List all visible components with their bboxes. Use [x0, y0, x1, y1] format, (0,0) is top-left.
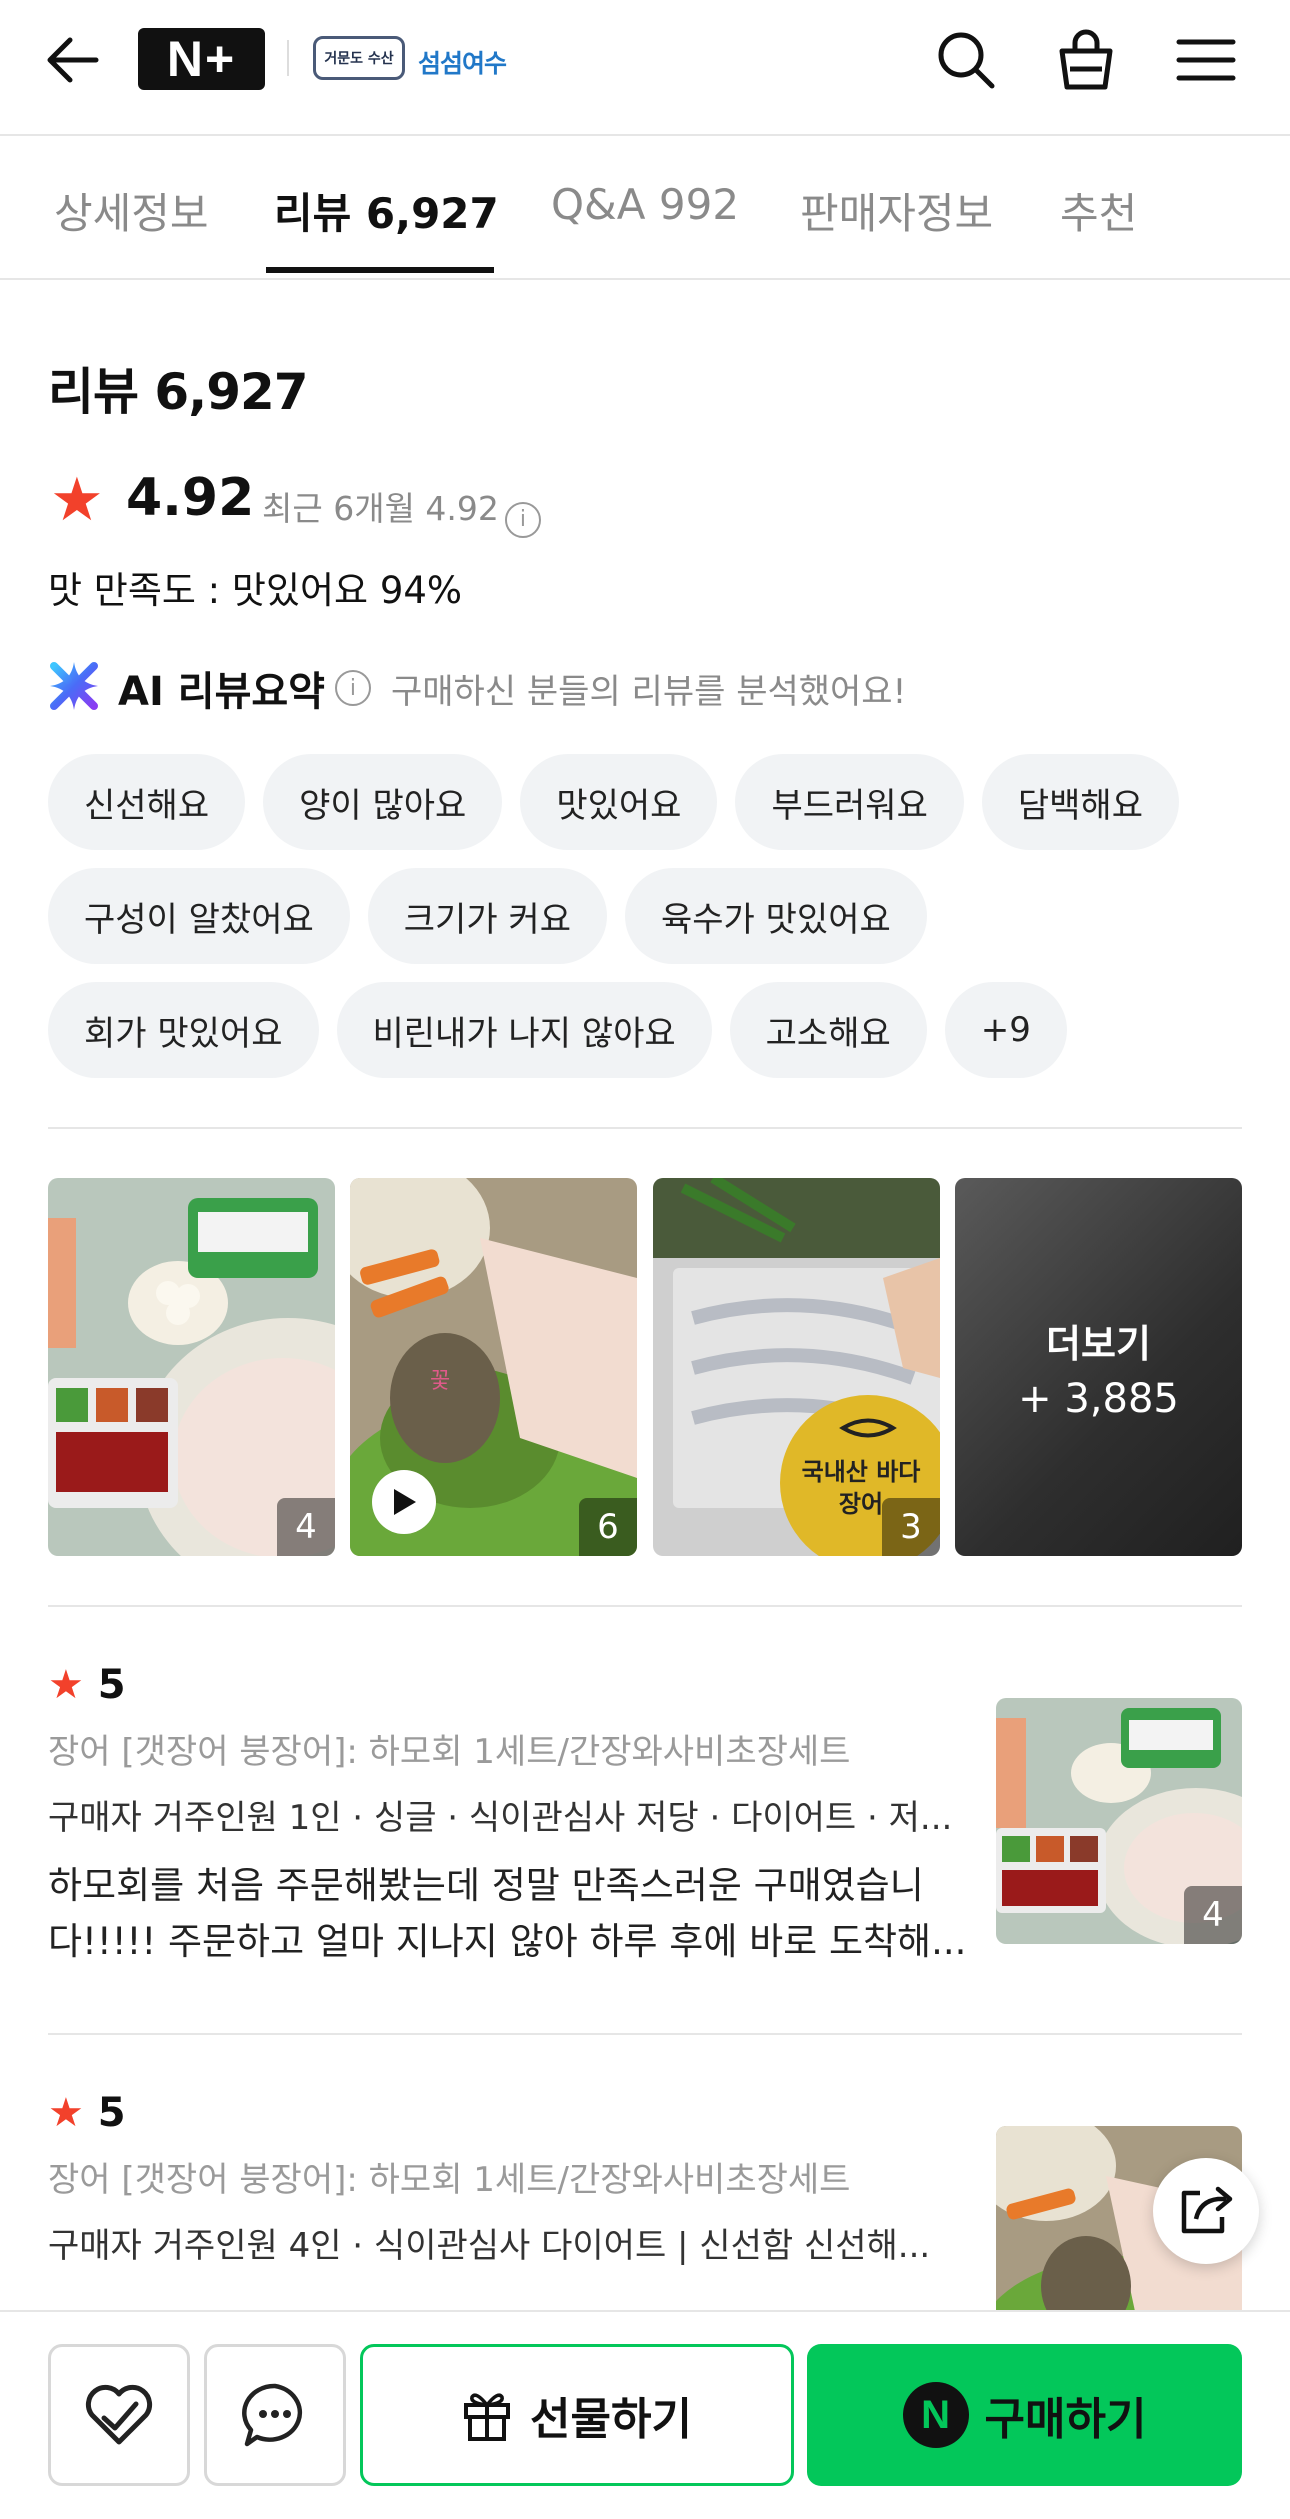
keyword-chip[interactable]: 육수가 맛있어요 [625, 868, 927, 964]
star-icon: ★ [48, 1662, 84, 1708]
share-icon [1181, 2186, 1233, 2234]
recent-rating-text: 최근 6개월 4.92 [262, 489, 499, 528]
more-keywords-chip[interactable]: +9 [944, 982, 1067, 1078]
share-button[interactable] [1153, 2158, 1259, 2264]
naver-plus-logo[interactable]: N+ [138, 28, 265, 90]
play-video-icon[interactable] [372, 1470, 436, 1534]
photo-count-badge: 4 [1184, 1886, 1242, 1944]
keyword-chip[interactable]: 양이 많아요 [263, 754, 503, 850]
tab-review[interactable]: 리뷰 6,927 [274, 180, 499, 241]
more-photos-tile[interactable]: 더보기 + 3,885 [955, 1178, 1242, 1556]
info-icon[interactable]: i [334, 670, 371, 706]
review-score-value: 5 [97, 2090, 126, 2136]
review-photo[interactable]: 국내산 바다장어 3 [653, 1178, 940, 1556]
keyword-chip[interactable]: 비린내가 나지 않아요 [336, 982, 712, 1078]
menu-icon[interactable] [1172, 26, 1240, 94]
tab-qna[interactable]: Q&A 992 [551, 180, 739, 229]
back-arrow-icon[interactable] [38, 26, 106, 94]
bottom-action-bar: 선물하기 N 구매하기 [0, 2310, 1290, 2519]
review-score-value: 5 [97, 1662, 126, 1708]
review-buyer-meta: 구매자 거주인원 1인 · 싱글 · 식이관심사 저당 · 다이어트 · 저..… [48, 1798, 953, 1838]
shopping-bag-icon[interactable] [1052, 26, 1120, 94]
talk-button[interactable] [204, 2344, 346, 2486]
keyword-chip[interactable]: 회가 맛있어요 [48, 982, 319, 1078]
more-photos-count: + 3,885 [1018, 1375, 1179, 1422]
buy-button[interactable]: N 구매하기 [807, 2344, 1242, 2486]
recent-rating: 최근 6개월 4.92 i [262, 482, 541, 538]
wishlist-button[interactable] [48, 2344, 190, 2486]
review-score: ★ 5 [48, 2090, 126, 2136]
keyword-chip[interactable]: 고소해요 [729, 982, 927, 1078]
more-photos-label: 더보기 [1046, 1321, 1151, 1366]
naver-pay-icon: N [902, 2382, 969, 2448]
gift-icon [464, 2393, 511, 2441]
search-icon[interactable] [932, 26, 1000, 94]
photo-count-badge: 4 [277, 1498, 335, 1556]
keyword-chip[interactable]: 부드러워요 [735, 754, 964, 850]
store-brand-logo[interactable]: 섬섬여수 [418, 44, 507, 80]
product-tabs: 상세정보 리뷰 6,927 Q&A 992 판매자정보 추천 [0, 136, 1290, 280]
review-item[interactable]: ★ 5 장어 [갯장어 붕장어]: 하모회 1세트/간장와사비초장세트 구매자 … [48, 2090, 1242, 2310]
review-thumbnail[interactable]: 4 [996, 1698, 1242, 1944]
keyword-chip[interactable]: 크기가 커요 [367, 868, 607, 964]
average-rating: 4.92 [126, 468, 255, 528]
info-icon[interactable]: i [504, 501, 541, 538]
buy-button-label: 구매하기 [984, 2394, 1147, 2445]
tab-detail[interactable]: 상세정보 [54, 180, 209, 241]
review-item[interactable]: ★ 5 장어 [갯장어 붕장어]: 하모회 1세트/간장와사비초장세트 구매자 … [48, 1662, 1242, 1982]
keyword-chip[interactable]: 담백해요 [981, 754, 1179, 850]
ai-review-summary-desc: 구매하신 분들의 리뷰를 분석했어요! [390, 671, 907, 712]
review-option: 장어 [갯장어 붕장어]: 하모회 1세트/간장와사비초장세트 [48, 1732, 851, 1772]
star-icon: ★ [48, 2090, 84, 2136]
review-score: ★ 5 [48, 1662, 126, 1708]
star-icon: ★ [50, 465, 104, 535]
ai-review-summary-title: AI 리뷰요약 [118, 669, 325, 715]
taste-satisfaction: 맛 만족도 : 맛있어요 94% [48, 569, 463, 612]
review-section-title: 리뷰 6,927 [48, 363, 309, 421]
gift-button-label: 선물하기 [530, 2394, 692, 2445]
chat-bubble-icon [242, 2383, 303, 2447]
top-header: N+ 거문도 수산 섬섬여수 [0, 0, 1290, 136]
ai-sparkle-icon [48, 660, 100, 716]
photo-count-badge: 6 [579, 1498, 637, 1556]
section-divider [48, 1127, 1242, 1129]
review-body: 하모회를 처음 주문해봤는데 정말 만족스러운 구매였습니다!!!!! 주문하고… [48, 1864, 967, 1963]
tab-seller-info[interactable]: 판매자정보 [800, 180, 993, 241]
section-divider [48, 1605, 1242, 1607]
photo-count-badge: 3 [882, 1498, 940, 1556]
keyword-chip[interactable]: 맛있어요 [520, 754, 718, 850]
review-buyer-meta: 구매자 거주인원 4인 · 식이관심사 다이어트 | 신선함 신선해... [48, 2226, 931, 2266]
logo-divider [287, 40, 289, 76]
gift-button[interactable]: 선물하기 [360, 2344, 794, 2486]
review-photo[interactable]: 4 [48, 1178, 335, 1556]
ai-review-summary-header: AI 리뷰요약 i 구매하신 분들의 리뷰를 분석했어요! [48, 660, 906, 716]
tab-recommend[interactable]: 추천 [1060, 180, 1137, 241]
review-keyword-chips: 신선해요 양이 많아요 맛있어요 부드러워요 담백해요 구성이 알찼어요 크기가… [48, 754, 1248, 1096]
keyword-chip[interactable]: 신선해요 [48, 754, 246, 850]
review-option: 장어 [갯장어 붕장어]: 하모회 1세트/간장와사비초장세트 [48, 2160, 851, 2200]
active-tab-indicator [266, 267, 494, 273]
keyword-chip[interactable]: 구성이 알찼어요 [48, 868, 350, 964]
review-photo[interactable]: 꽃 6 [350, 1178, 637, 1556]
svg-text:꽃: 꽃 [430, 1369, 450, 1394]
heart-check-icon [85, 2384, 153, 2445]
section-divider [48, 2033, 1242, 2035]
store-logo[interactable]: 거문도 수산 [313, 36, 405, 80]
